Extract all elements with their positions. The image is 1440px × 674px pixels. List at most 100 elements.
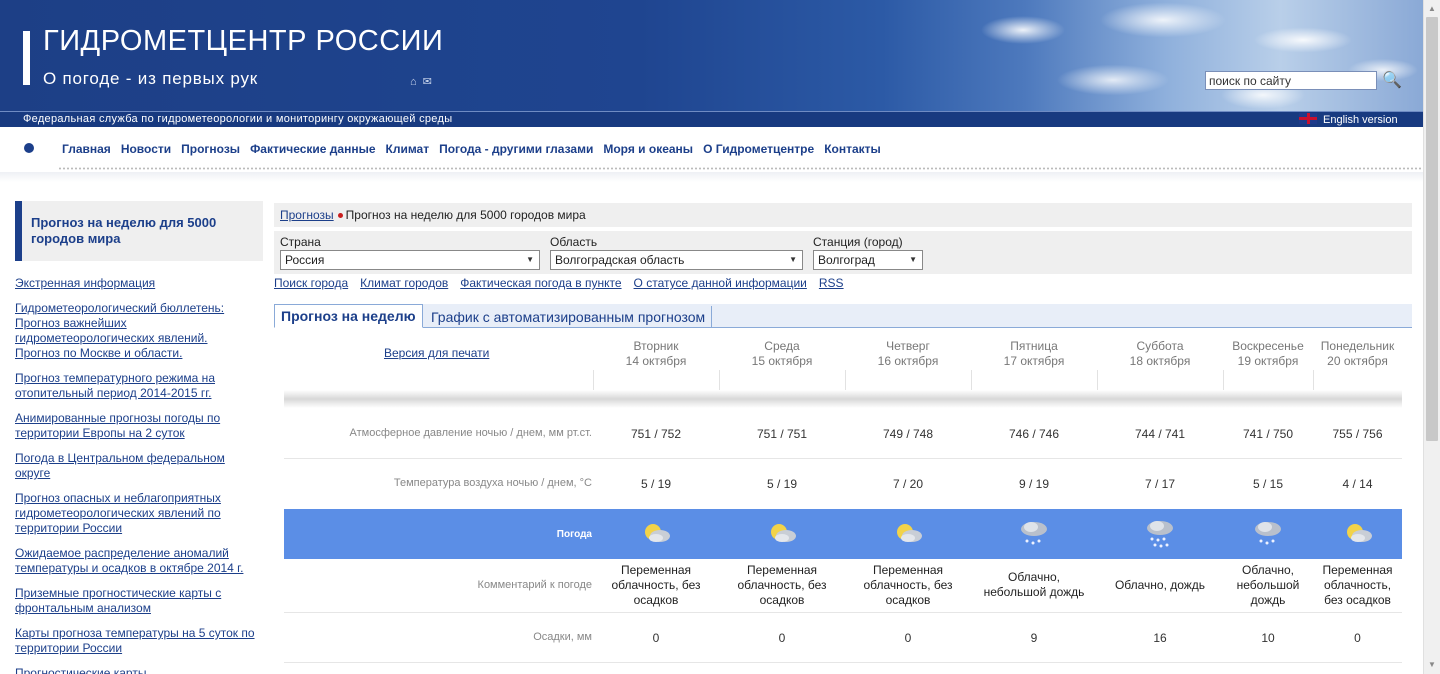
uk-flag-icon	[1299, 113, 1317, 124]
sidebar-link[interactable]: Карты прогноза температуры на 5 суток по…	[15, 626, 255, 656]
nav-item-weather-other-eyes[interactable]: Погода - другими глазами	[439, 142, 593, 156]
vertical-scrollbar[interactable]: ▲ ▼	[1423, 0, 1440, 674]
weather-comment: Облачно, небольшой дождь	[983, 570, 1085, 599]
country-filter: Страна Россия	[280, 235, 540, 270]
partly-cloudy-icon	[897, 524, 922, 542]
site-subtitle: О погоде - из первых рук	[43, 69, 258, 88]
scrollbar-thumb[interactable]	[1426, 17, 1438, 441]
nav-item-forecasts[interactable]: Прогнозы	[181, 142, 240, 156]
breadcrumb: Прогнозы Прогноз на неделю для 5000 город…	[274, 203, 1412, 227]
day-name: Понедельник	[1320, 339, 1395, 353]
sidebar-link[interactable]: Приземные прогностические карты с фронта…	[15, 586, 255, 616]
city-climate-link[interactable]: Климат городов	[360, 276, 448, 290]
sidebar-link[interactable]: Экстренная информация	[15, 276, 255, 291]
home-icon[interactable]: ⌂	[410, 76, 417, 88]
city-search-link[interactable]: Поиск города	[274, 276, 348, 290]
row-divider	[284, 662, 1402, 663]
pressure-cell: 749 / 748	[882, 427, 934, 441]
precip-cell: 16	[1153, 631, 1167, 645]
mail-icon[interactable]: ✉	[423, 76, 432, 88]
partly-cloudy-icon	[1347, 524, 1372, 542]
info-status-link[interactable]: О статусе данной информации	[634, 276, 807, 290]
nav-item-about[interactable]: О Гидрометцентре	[703, 142, 814, 156]
sub-links: Поиск города Климат городов Фактическая по…	[274, 276, 856, 290]
temperature-cell: 9 / 19	[1018, 477, 1050, 491]
search-input[interactable]	[1205, 71, 1377, 90]
weather-comment: Облачно, дождь	[1114, 578, 1206, 592]
weather-row-label: Погода	[556, 529, 592, 540]
day-header: Четверг 16 октября	[845, 339, 971, 369]
nav-item-seas-oceans[interactable]: Моря и океаны	[603, 142, 693, 156]
day-name: Вторник	[633, 339, 679, 353]
day-name: Суббота	[1136, 339, 1184, 353]
sidebar-link[interactable]: Ожидаемое распределение аномалий темпера…	[15, 546, 255, 576]
row-divider	[284, 612, 1402, 613]
precip-row-label: Осадки, мм	[533, 631, 592, 643]
temperature-cell: 5 / 19	[640, 477, 672, 491]
english-version-link[interactable]: English version	[1299, 113, 1398, 126]
column-divider	[719, 370, 720, 390]
column-divider	[1097, 370, 1098, 390]
nav-links: Главная Новости Прогнозы Фактические данные…	[62, 142, 891, 156]
precip-cell: 10	[1261, 631, 1275, 645]
precip-cell: 0	[1354, 631, 1361, 645]
tab-automated-chart[interactable]: График с автоматизированным прогнозом	[425, 306, 713, 328]
nav-divider	[58, 167, 1423, 170]
site-header: ГИДРОМЕТЦЕНТР РОССИИ О погоде - из первы…	[0, 0, 1423, 127]
breadcrumb-parent-link[interactable]: Прогнозы	[280, 208, 334, 222]
sidebar-link[interactable]: Погода в Центральном федеральном округе	[15, 451, 255, 481]
day-name: Воскресенье	[1232, 339, 1304, 353]
site-title[interactable]: ГИДРОМЕТЦЕНТР РОССИИ	[43, 25, 443, 58]
pressure-cell: 751 / 751	[756, 427, 808, 441]
day-name: Среда	[764, 339, 800, 353]
precip-cell: 0	[778, 631, 786, 645]
sidebar-link[interactable]: Прогноз опасных и неблагоприятных гидром…	[15, 491, 255, 536]
pressure-cell: 746 / 746	[1008, 427, 1060, 441]
day-date: 20 октября	[1327, 354, 1388, 368]
english-version-label: English version	[1323, 114, 1398, 126]
precip-cell: 9	[1030, 631, 1038, 645]
day-date: 19 октября	[1237, 354, 1299, 368]
pressure-cell: 744 / 741	[1134, 427, 1186, 441]
tab-week-forecast[interactable]: Прогноз на неделю	[274, 304, 423, 328]
cloud-heavy-rain-icon	[1147, 521, 1173, 548]
precip-cell: 0	[904, 631, 912, 645]
nav-item-contacts[interactable]: Контакты	[824, 142, 881, 156]
station-label: Станция (город)	[813, 235, 903, 249]
federal-service-bar: Федеральная служба по гидрометеорологии …	[0, 111, 1423, 127]
pressure-cell: 755 / 756	[1332, 427, 1383, 441]
nav-item-news[interactable]: Новости	[121, 142, 171, 156]
sidebar-link[interactable]: Анимированные прогнозы погоды по террито…	[15, 411, 255, 441]
table-header-shade	[284, 390, 1402, 408]
station-filter: Станция (город) Волгоград	[813, 235, 923, 270]
precip-cell: 0	[652, 631, 660, 645]
day-date: 18 октября	[1129, 354, 1191, 368]
column-divider	[593, 370, 594, 390]
search-icon[interactable]: 🔍	[1382, 70, 1402, 90]
station-select[interactable]: Волгоград	[813, 250, 923, 270]
scroll-down-icon[interactable]: ▼	[1428, 660, 1436, 669]
sidebar-link[interactable]: Прогностические карты	[15, 666, 255, 674]
nav-item-actual-data[interactable]: Фактические данные	[250, 142, 375, 156]
column-divider	[971, 370, 972, 390]
region-select[interactable]: Волгоградская область	[550, 250, 803, 270]
day-header: Понедельник 20 октября	[1313, 339, 1402, 369]
rss-link[interactable]: RSS	[819, 276, 844, 290]
day-date: 15 октября	[751, 354, 813, 368]
country-select[interactable]: Россия	[280, 250, 540, 270]
temperature-cell: 5 / 19	[766, 477, 798, 491]
nav-shadow	[0, 172, 1423, 182]
print-version-link[interactable]: Версия для печати	[384, 346, 489, 360]
sidebar-link[interactable]: Прогноз температурного режима на отопите…	[15, 371, 255, 401]
nav-item-climate[interactable]: Климат	[386, 142, 430, 156]
temperature-cell: 7 / 20	[892, 477, 924, 491]
header-clouds-image	[963, 0, 1423, 111]
day-header: Вторник 14 октября	[593, 339, 719, 369]
day-header: Среда 15 октября	[719, 339, 845, 369]
cloud-rain-icon	[1255, 522, 1281, 545]
sidebar-link[interactable]: Гидрометеорологический бюллетень: Прогно…	[15, 301, 255, 361]
actual-weather-link[interactable]: Фактическая погода в пункте	[460, 276, 621, 290]
nav-item-home[interactable]: Главная	[62, 142, 111, 156]
sidebar-title: Прогноз на неделю для 5000 городов мира	[31, 215, 217, 246]
scroll-up-icon[interactable]: ▲	[1428, 4, 1436, 13]
